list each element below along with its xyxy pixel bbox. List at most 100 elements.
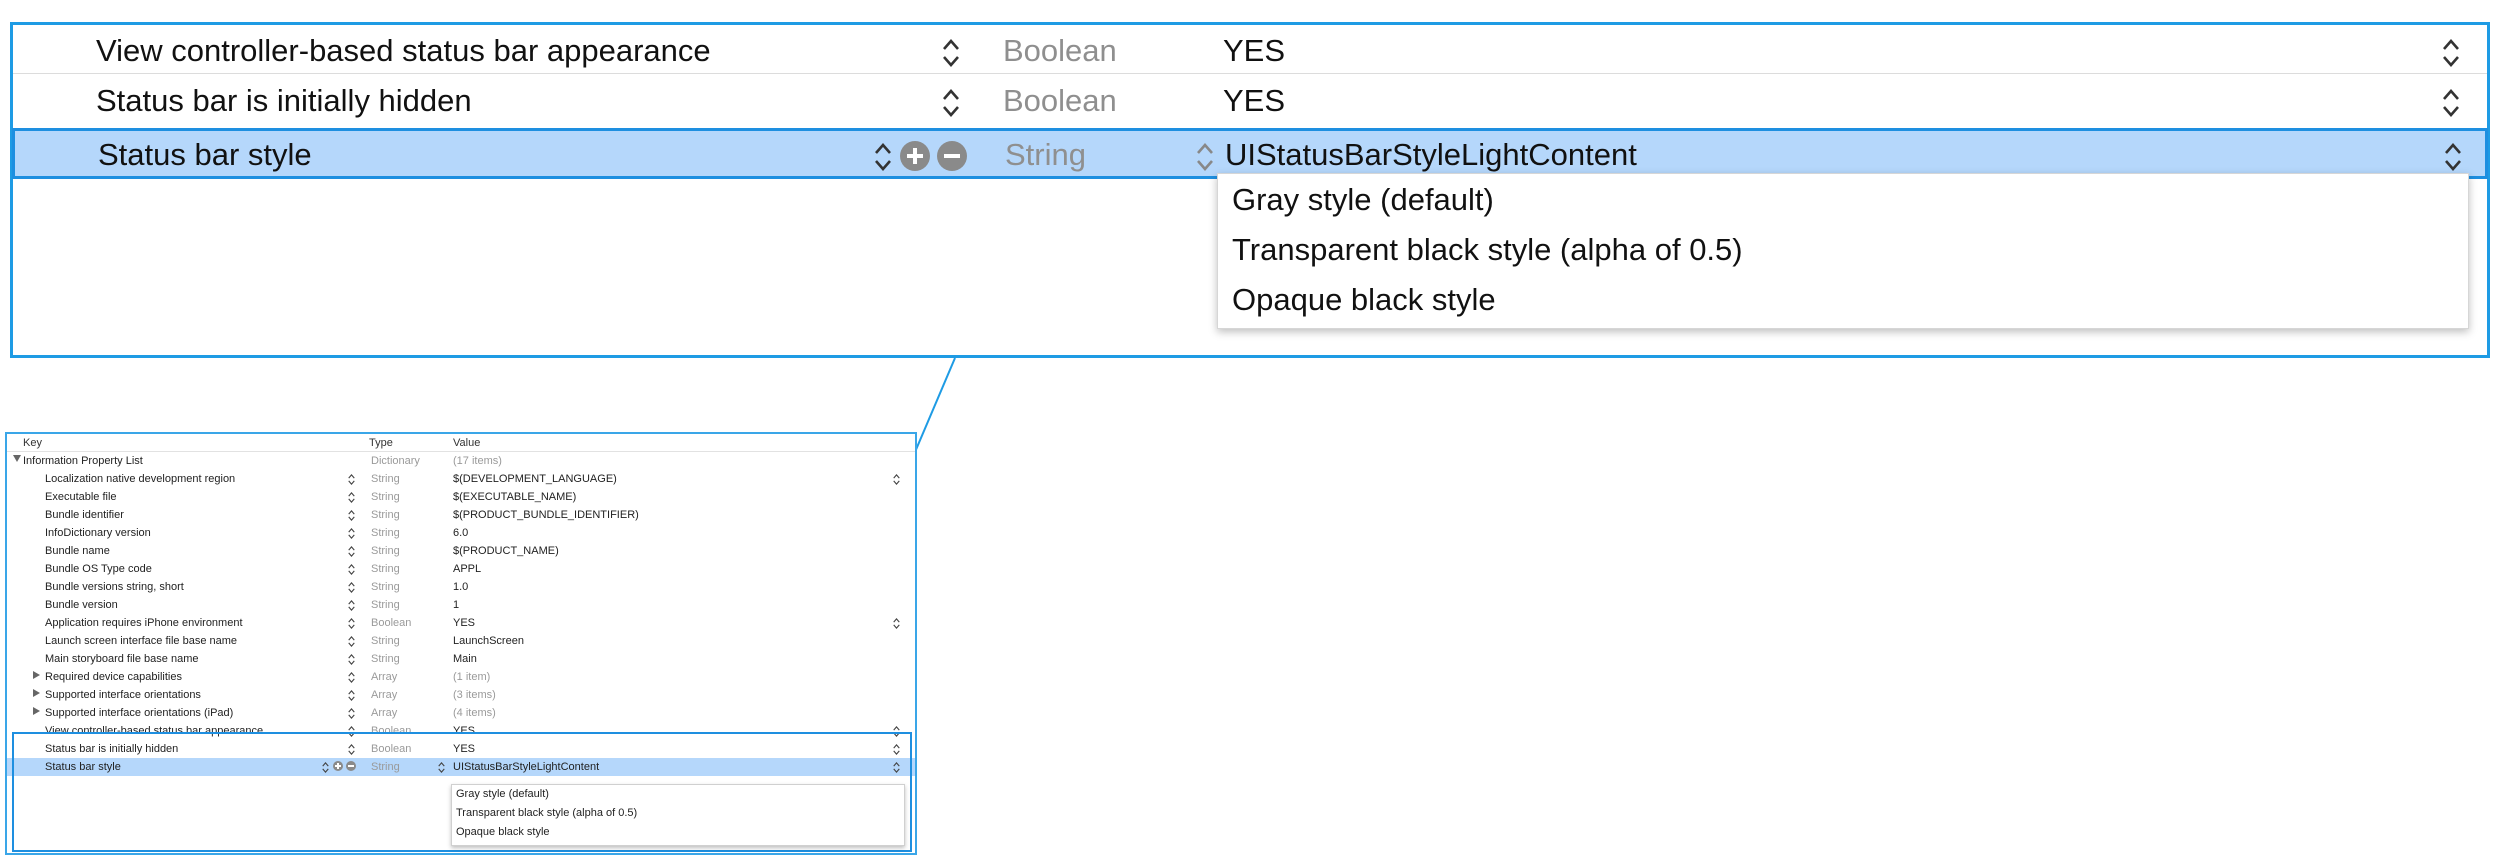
key-stepper-icon[interactable] (347, 599, 356, 612)
menu-item-opaque-black-style[interactable]: Opaque black style (456, 826, 550, 838)
plist-row[interactable]: Bundle versions string, short String 1.0 (7, 578, 915, 596)
column-header-key[interactable]: Key (23, 437, 42, 449)
plist-row[interactable]: Localization native development region St… (7, 470, 915, 488)
plist-row[interactable]: InfoDictionary version String 6.0 (7, 524, 915, 542)
row-type: Array (371, 689, 398, 701)
plist-row[interactable]: Required device capabilities Array (1 item… (7, 668, 915, 686)
key-stepper-icon[interactable] (347, 545, 356, 558)
row-value[interactable]: LaunchScreen (453, 635, 524, 647)
row-type: String (371, 527, 400, 539)
key-stepper-icon[interactable] (347, 689, 356, 702)
plist-row[interactable]: Supported interface orientations Array (3 … (7, 686, 915, 704)
row-value[interactable]: YES (453, 617, 475, 629)
key-stepper-icon[interactable] (347, 617, 356, 630)
key-stepper-icon[interactable] (347, 527, 356, 540)
row-value[interactable]: (3 items) (453, 689, 496, 701)
plist-row[interactable]: Bundle OS Type code String APPL (7, 560, 915, 578)
row-value[interactable]: (4 items) (453, 707, 496, 719)
value-popup-chevron-icon[interactable] (892, 725, 901, 738)
column-header-type[interactable]: Type (369, 437, 393, 449)
row-value[interactable]: (1 item) (453, 671, 490, 683)
row-key: Application requires iPhone environment (45, 617, 243, 629)
row-type: Array (371, 707, 398, 719)
key-stepper-icon[interactable] (347, 707, 356, 720)
key-stepper-icon[interactable] (347, 635, 356, 648)
plist-row[interactable]: Status bar style String UIStatusBarStyleLi… (7, 758, 915, 776)
row-key: Supported interface orientations (iPad) (45, 707, 234, 719)
plist-row[interactable]: Supported interface orientations (iPad) A… (7, 704, 915, 722)
plist-row-view-controller-status-bar[interactable]: View controller-based status bar appeara… (13, 25, 2487, 74)
row-type: Array (371, 671, 398, 683)
key-stepper-icon[interactable] (873, 140, 893, 174)
key-stepper-icon[interactable] (941, 86, 961, 120)
key-stepper-icon[interactable] (347, 473, 356, 486)
disclosure-collapsed-icon[interactable] (33, 689, 40, 697)
type-popup-chevron-icon[interactable] (437, 761, 446, 774)
menu-item-gray-style[interactable]: Gray style (default) (456, 788, 549, 800)
menu-item-transparent-black-style[interactable]: Transparent black style (alpha of 0.5) (456, 807, 637, 819)
row-value[interactable]: $(PRODUCT_BUNDLE_IDENTIFIER) (453, 509, 639, 521)
key-stepper-icon[interactable] (347, 509, 356, 522)
plist-row[interactable]: Application requires iPhone environment B… (7, 614, 915, 632)
row-value[interactable]: UIStatusBarStyleLightContent (1225, 137, 1637, 173)
row-value[interactable]: 1 (453, 599, 459, 611)
disclosure-collapsed-icon[interactable] (33, 707, 40, 715)
remove-row-icon[interactable] (346, 761, 356, 771)
plist-row-status-bar-hidden[interactable]: Status bar is initially hidden Boolean Y… (13, 75, 2487, 124)
value-popup-chevron-icon[interactable] (2441, 86, 2461, 120)
plist-row[interactable]: Bundle identifier String $(PRODUCT_BUNDLE_… (7, 506, 915, 524)
row-value[interactable]: 1.0 (453, 581, 468, 593)
row-key: Bundle identifier (45, 509, 124, 521)
remove-row-icon[interactable] (937, 141, 967, 171)
row-value[interactable]: YES (453, 743, 475, 755)
key-stepper-icon[interactable] (347, 653, 356, 666)
row-type: Boolean (371, 725, 412, 737)
row-value[interactable]: YES (1223, 33, 1285, 69)
plist-row[interactable]: Status bar is initially hidden Boolean YES (7, 740, 915, 758)
row-key: Status bar is initially hidden (45, 743, 179, 755)
key-stepper-icon[interactable] (347, 671, 356, 684)
row-value[interactable]: YES (453, 725, 475, 737)
plist-row[interactable]: Bundle name String $(PRODUCT_NAME) (7, 542, 915, 560)
menu-item-opaque-black-style[interactable]: Opaque black style (1232, 282, 1496, 318)
value-popup-chevron-icon[interactable] (892, 617, 901, 630)
row-value[interactable]: $(PRODUCT_NAME) (453, 545, 559, 557)
plist-row[interactable]: Bundle version String 1 (7, 596, 915, 614)
row-type: Boolean (1003, 33, 1117, 68)
plist-row[interactable]: Main storyboard file base name String Main (7, 650, 915, 668)
add-row-icon[interactable] (333, 761, 343, 771)
disclosure-expanded-icon[interactable] (13, 455, 21, 462)
row-value[interactable]: Main (453, 653, 477, 665)
column-header-value[interactable]: Value (453, 437, 480, 449)
type-popup-chevron-icon[interactable] (1195, 140, 1215, 174)
add-row-icon[interactable] (900, 141, 930, 171)
menu-item-transparent-black-style[interactable]: Transparent black style (alpha of 0.5) (1232, 232, 1743, 268)
key-stepper-icon[interactable] (347, 743, 356, 756)
value-popup-chevron-icon[interactable] (2443, 140, 2463, 174)
value-popup-chevron-icon[interactable] (2441, 36, 2461, 70)
key-stepper-icon[interactable] (347, 563, 356, 576)
row-value[interactable]: APPL (453, 563, 481, 575)
key-stepper-icon[interactable] (347, 581, 356, 594)
key-stepper-icon[interactable] (347, 491, 356, 504)
row-value[interactable]: YES (1223, 83, 1285, 119)
row-value[interactable]: $(EXECUTABLE_NAME) (453, 491, 576, 503)
key-stepper-icon[interactable] (347, 725, 356, 738)
row-value[interactable]: UIStatusBarStyleLightContent (453, 761, 599, 773)
value-popup-chevron-icon[interactable] (892, 473, 901, 486)
row-key: Status bar style (98, 137, 312, 172)
plist-row-status-bar-style-selected[interactable]: Status bar style String UIStatusBarStyle… (12, 128, 2488, 179)
key-stepper-icon[interactable] (321, 761, 330, 774)
plist-row[interactable]: Launch screen interface file base name St… (7, 632, 915, 650)
value-popup-chevron-icon[interactable] (892, 743, 901, 756)
plist-row[interactable]: View controller-based status bar appeara… (7, 722, 915, 740)
disclosure-collapsed-icon[interactable] (33, 671, 40, 679)
row-value[interactable]: 6.0 (453, 527, 468, 539)
plist-row[interactable]: Executable file String $(EXECUTABLE_NAME) (7, 488, 915, 506)
value-popup-chevron-icon[interactable] (892, 761, 901, 774)
row-value[interactable]: $(DEVELOPMENT_LANGUAGE) (453, 473, 617, 485)
row-key: Required device capabilities (45, 671, 182, 683)
menu-item-gray-style[interactable]: Gray style (default) (1232, 182, 1494, 218)
plist-root-row[interactable]: Information Property List Dictionary (17… (7, 452, 915, 470)
key-stepper-icon[interactable] (941, 36, 961, 70)
